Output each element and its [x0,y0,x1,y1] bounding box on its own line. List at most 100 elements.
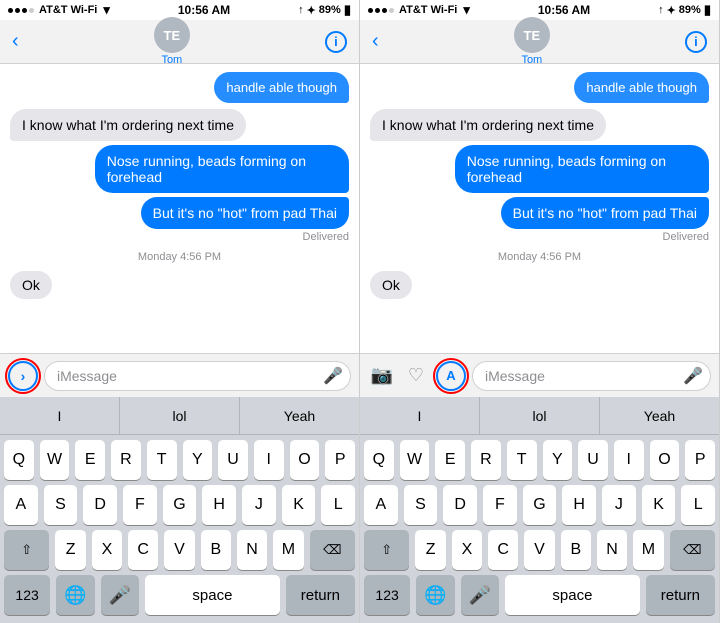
key-P-right[interactable]: P [685,440,715,480]
key-X-right[interactable]: X [452,530,482,570]
key-L-right[interactable]: L [681,485,715,525]
key-Z-left[interactable]: Z [55,530,85,570]
autocomplete-lol-left[interactable]: lol [120,397,240,434]
key-Q-right[interactable]: Q [364,440,394,480]
right-panel: AT&T Wi-Fi ▾ 10:56 AM ↑ ✦ 89% ▮ ‹ TE Tom… [360,0,720,623]
key-N-left[interactable]: N [237,530,267,570]
key-E-left[interactable]: E [75,440,105,480]
bt-icon-left: ✦ [307,4,316,17]
imessage-input-left[interactable]: iMessage [44,361,351,391]
key-O-left[interactable]: O [290,440,320,480]
key-J-right[interactable]: J [602,485,636,525]
key-row-4-right: 123 🌐 🎤 space return [360,570,719,623]
key-Y-right[interactable]: Y [543,440,573,480]
key-M-left[interactable]: M [273,530,303,570]
key-W-right[interactable]: W [400,440,430,480]
key-A-right[interactable]: A [364,485,398,525]
key-A-left[interactable]: A [4,485,38,525]
key-globe-left[interactable]: 🌐 [56,575,94,615]
message-right-r2: But it's no "hot" from pad Thai [501,197,709,229]
key-T-left[interactable]: T [147,440,177,480]
location-icon-left: ↑ [298,4,304,16]
imessage-input-right[interactable]: iMessage [472,361,711,391]
key-row-1-right: Q W E R T Y U I O P [360,435,719,480]
autocomplete-I-right[interactable]: I [360,397,480,434]
key-Z-right[interactable]: Z [415,530,445,570]
key-V-left[interactable]: V [164,530,194,570]
key-B-right[interactable]: B [561,530,591,570]
key-I-left[interactable]: I [254,440,284,480]
key-K-right[interactable]: K [642,485,676,525]
key-mic-left[interactable]: 🎤 [101,575,139,615]
expand-button-left[interactable]: › [8,361,38,391]
info-button-left[interactable]: i [325,31,347,53]
key-F-right[interactable]: F [483,485,517,525]
key-F-left[interactable]: F [123,485,157,525]
camera-button-right[interactable]: 📷 [368,362,396,390]
key-num-right[interactable]: 123 [364,575,410,615]
autocomplete-I-left[interactable]: I [0,397,120,434]
key-mic-right[interactable]: 🎤 [461,575,499,615]
key-L-left[interactable]: L [321,485,355,525]
key-R-right[interactable]: R [471,440,501,480]
key-return-left[interactable]: return [286,575,355,615]
key-K-left[interactable]: K [282,485,316,525]
nav-center-right[interactable]: TE Tom [514,17,550,66]
key-num-left[interactable]: 123 [4,575,50,615]
key-D-left[interactable]: D [83,485,117,525]
key-shift-right[interactable]: ⇧ [364,530,409,570]
key-V-right[interactable]: V [524,530,554,570]
key-globe-right[interactable]: 🌐 [416,575,454,615]
key-space-right[interactable]: space [505,575,640,615]
key-U-left[interactable]: U [218,440,248,480]
autocomplete-yeah-right[interactable]: Yeah [600,397,719,434]
battery-text-left: 89% [319,4,341,16]
key-X-left[interactable]: X [92,530,122,570]
key-B-left[interactable]: B [201,530,231,570]
key-C-right[interactable]: C [488,530,518,570]
key-H-left[interactable]: H [202,485,236,525]
back-button-left[interactable]: ‹ [12,30,19,53]
key-J-left[interactable]: J [242,485,276,525]
key-W-left[interactable]: W [40,440,70,480]
autocomplete-lol-right[interactable]: lol [480,397,600,434]
key-G-right[interactable]: G [523,485,557,525]
key-Q-left[interactable]: Q [4,440,34,480]
key-backspace-right[interactable]: ⌫ [670,530,715,570]
key-T-right[interactable]: T [507,440,537,480]
key-O-right[interactable]: O [650,440,680,480]
key-Y-left[interactable]: Y [183,440,213,480]
key-U-right[interactable]: U [578,440,608,480]
key-I-right[interactable]: I [614,440,644,480]
key-S-left[interactable]: S [44,485,78,525]
delivered-text-left: Delivered [303,231,349,243]
info-button-right[interactable]: i [685,31,707,53]
key-H-right[interactable]: H [562,485,596,525]
time-left: 10:56 AM [178,3,230,17]
key-G-left[interactable]: G [163,485,197,525]
key-shift-left[interactable]: ⇧ [4,530,49,570]
key-M-right[interactable]: M [633,530,663,570]
key-E-right[interactable]: E [435,440,465,480]
signal-dot-2 [15,8,20,13]
key-C-left[interactable]: C [128,530,158,570]
key-P-left[interactable]: P [325,440,355,480]
message-partial-right: handle able though [574,72,709,103]
messages-area-left: handle able though I know what I'm order… [0,64,359,353]
key-row-2-right: A S D F G H J K L [360,480,719,525]
key-N-right[interactable]: N [597,530,627,570]
autocomplete-yeah-left[interactable]: Yeah [240,397,359,434]
key-space-left[interactable]: space [145,575,280,615]
expand-button-right[interactable]: A [436,361,466,391]
timestamp-left: Monday 4:56 PM [138,251,221,263]
key-S-right[interactable]: S [404,485,438,525]
delivered-text-right: Delivered [663,231,709,243]
key-D-right[interactable]: D [443,485,477,525]
key-backspace-left[interactable]: ⌫ [310,530,355,570]
key-return-right[interactable]: return [646,575,715,615]
nav-center-left[interactable]: TE Tom [154,17,190,66]
key-R-left[interactable]: R [111,440,141,480]
signal-dot-4 [29,8,34,13]
back-button-right[interactable]: ‹ [372,30,379,53]
heart-button-right[interactable]: ♡ [402,362,430,390]
